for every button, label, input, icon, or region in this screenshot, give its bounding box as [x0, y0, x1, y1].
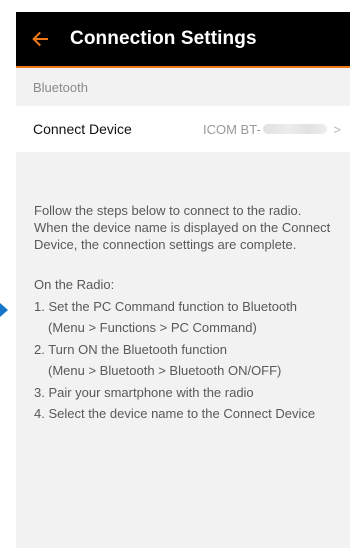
- app-screen: Connection Settings Bluetooth Connect De…: [16, 12, 350, 548]
- arrow-left-icon: [32, 31, 48, 47]
- steps-list: On the Radio: 1. Set the PC Command func…: [34, 274, 338, 425]
- device-name-prefix: ICOM BT-: [203, 121, 261, 137]
- chevron-right-icon: >: [333, 121, 341, 137]
- page-title: Connection Settings: [70, 28, 257, 49]
- connect-device-value: ICOM BT-: [203, 122, 327, 137]
- back-button[interactable]: [16, 12, 64, 67]
- app-bar: Connection Settings: [16, 12, 350, 68]
- connect-device-row[interactable]: Connect Device ICOM BT- >: [16, 106, 350, 152]
- intro-line: Device, the connection settings are comp…: [34, 237, 297, 252]
- step-item: 2. Turn ON the Bluetooth function: [34, 341, 227, 357]
- step-item: 3. Pair your smartphone with the radio: [34, 384, 254, 400]
- instructions: Follow the steps below to connect to the…: [16, 152, 350, 425]
- intro-line: Follow the steps below to connect to the…: [34, 203, 302, 218]
- step-detail: (Menu > Bluetooth > Bluetooth ON/OFF): [48, 363, 282, 378]
- screenshot-stage: Connection Settings Bluetooth Connect De…: [0, 0, 350, 548]
- steps-heading: On the Radio:: [34, 277, 115, 292]
- redacted-device-id: [262, 124, 327, 134]
- step-item: 4. Select the device name to the Connect…: [34, 406, 316, 421]
- intro-line: When the device name is displayed on the…: [34, 220, 331, 235]
- connect-device-label: Connect Device: [33, 121, 132, 137]
- section-header-bluetooth: Bluetooth: [33, 79, 88, 95]
- callout-marker: [0, 303, 8, 317]
- step-detail: (Menu > Functions > PC Command): [48, 320, 257, 335]
- instructions-intro: Follow the steps below to connect to the…: [34, 202, 338, 253]
- step-item: 1. Set the PC Command function to Blueto…: [34, 298, 298, 314]
